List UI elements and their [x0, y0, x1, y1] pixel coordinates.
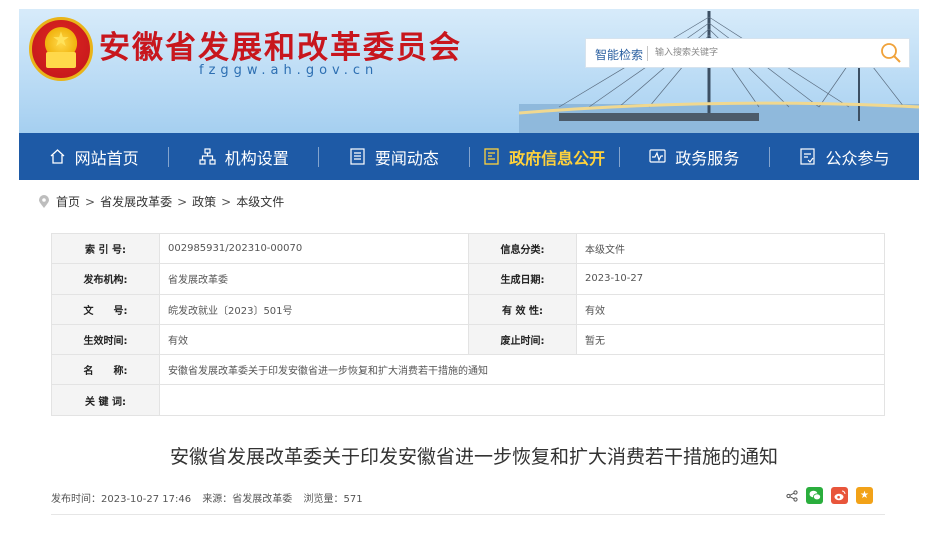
search-box: 智能检索 [585, 38, 910, 68]
table-row: 名 称: 安徽省发展改革委关于印发安徽省进一步恢复和扩大消费若干措施的通知 [51, 354, 885, 386]
breadcrumb: 首页 > 省发展改革委 > 政策 > 本级文件 [38, 193, 284, 210]
weibo-share-icon[interactable] [831, 487, 848, 504]
abolish-time-label: 废止时间: [468, 323, 577, 356]
name-label: 名 称: [51, 354, 160, 386]
index-value: 002985931/202310-00070 [159, 232, 469, 265]
keywords-value [159, 384, 885, 416]
breadcrumb-current[interactable]: 本级文件 [236, 193, 284, 210]
category-value: 本级文件 [576, 232, 885, 265]
table-row: 关 键 词: [51, 384, 885, 416]
article-source: 来源：省发展改革委 [202, 494, 293, 505]
effective-time-label: 生效时间: [51, 323, 160, 356]
nav-item-organization[interactable]: 机构设置 [169, 133, 318, 180]
article-title: 安徽省发展改革委关于印发安徽省进一步恢复和扩大消费若干措施的通知 [169, 446, 778, 468]
name-value: 安徽省发展改革委关于印发安徽省进一步恢复和扩大消费若干措施的通知 [159, 354, 885, 386]
breadcrumb-separator: > [85, 194, 96, 209]
home-icon [50, 149, 65, 164]
nav-item-participation[interactable]: 公众参与 [770, 133, 919, 180]
doc-number-value: 皖发改就业〔2023〕501号 [159, 293, 469, 325]
table-row: 生效时间: 有效 废止时间: 暂无 [51, 323, 885, 356]
view-count: 浏览量：571 [303, 494, 363, 505]
index-label: 索 引 号: [51, 232, 160, 265]
smart-search-label[interactable]: 智能检索 [595, 46, 643, 63]
publisher-label: 发布机构: [51, 263, 160, 295]
nav-item-news[interactable]: 要闻动态 [319, 133, 468, 180]
breadcrumb-policy[interactable]: 政策 [192, 193, 216, 210]
service-icon [649, 149, 666, 163]
divider-line [51, 514, 885, 515]
publisher-value: 省发展改革委 [159, 263, 469, 295]
keywords-label: 关 键 词: [51, 384, 160, 416]
nav-label: 网站首页 [74, 148, 139, 168]
bridge-banner-image [519, 11, 919, 133]
info-disclosure-icon [484, 148, 499, 165]
participation-icon [800, 148, 816, 165]
site-header: ★ 安徽省发展和改革委员会 fzggw.ah.gov.cn 智能检索 [19, 9, 919, 133]
validity-value: 有效 [576, 293, 885, 325]
nav-item-home[interactable]: 网站首页 [19, 133, 168, 180]
doc-number-label: 文 号: [51, 293, 160, 325]
page: ★ 安徽省发展和改革委员会 fzggw.ah.gov.cn 智能检索 网站首页 … [0, 0, 948, 535]
main-nav: 网站首页 机构设置 要闻动态 政府信息公开 政务服务 公众参与 [19, 133, 919, 180]
search-icon[interactable] [880, 42, 902, 64]
table-row: 发布机构: 省发展改革委 生成日期: 2023-10-27 [51, 263, 885, 295]
nav-label: 政府信息公开 [509, 148, 606, 168]
national-emblem-logo[interactable]: ★ [29, 17, 93, 81]
created-date-label: 生成日期: [468, 263, 577, 295]
nav-item-info-disclosure[interactable]: 政府信息公开 [470, 133, 619, 180]
search-input[interactable] [655, 43, 865, 63]
table-row: 索 引 号: 002985931/202310-00070 信息分类: 本级文件 [51, 232, 885, 265]
nav-label: 机构设置 [224, 148, 289, 168]
publish-time: 发布时间：2023-10-27 17:46 [51, 494, 192, 505]
breadcrumb-separator: > [177, 194, 188, 209]
org-chart-icon [199, 148, 216, 165]
favorite-star-icon[interactable]: ★ [856, 487, 873, 504]
nav-label: 公众参与 [825, 148, 890, 168]
validity-label: 有 效 性: [468, 293, 577, 325]
search-divider [647, 46, 648, 61]
site-domain: fzggw.ah.gov.cn [199, 63, 379, 78]
category-label: 信息分类: [468, 232, 577, 265]
abolish-time-value: 暂无 [576, 323, 885, 356]
nav-item-services[interactable]: 政务服务 [620, 133, 769, 180]
document-info-table: 索 引 号: 002985931/202310-00070 信息分类: 本级文件… [51, 232, 885, 416]
effective-time-value: 有效 [159, 323, 469, 356]
location-pin-icon [39, 194, 49, 208]
wechat-share-icon[interactable] [806, 487, 823, 504]
breadcrumb-home[interactable]: 首页 [56, 193, 80, 210]
share-icon[interactable] [786, 489, 798, 502]
article-meta: 发布时间：2023-10-27 17:46 来源：省发展改革委 浏览量：571 [51, 490, 371, 505]
created-date-value: 2023-10-27 [576, 263, 885, 295]
breadcrumb-commission[interactable]: 省发展改革委 [100, 193, 172, 210]
share-bar: ★ [786, 487, 873, 504]
nav-label: 政务服务 [675, 148, 740, 168]
nav-label: 要闻动态 [374, 148, 439, 168]
breadcrumb-separator: > [221, 194, 232, 209]
table-row: 文 号: 皖发改就业〔2023〕501号 有 效 性: 有效 [51, 293, 885, 325]
site-title[interactable]: 安徽省发展和改革委员会 [99, 22, 462, 67]
document-icon [350, 148, 365, 165]
